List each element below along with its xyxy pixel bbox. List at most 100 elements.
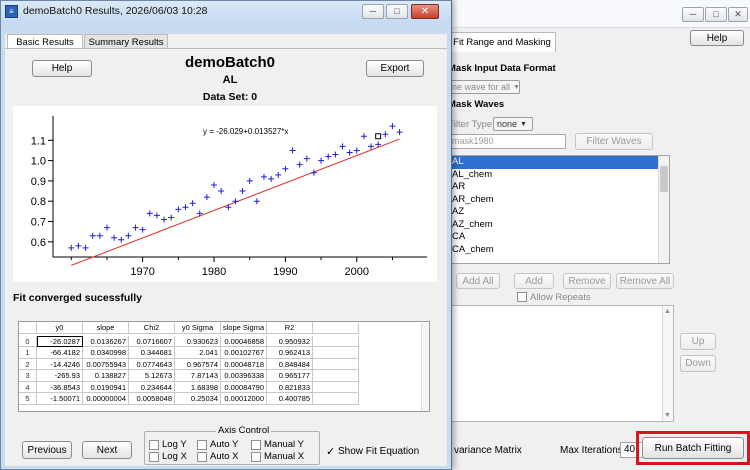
remove-all-button[interactable]: Remove All [616,273,674,289]
data-point [246,177,253,184]
tab-fit-range[interactable]: Fit Range and Masking [448,32,556,52]
down-button[interactable]: Down [680,355,716,372]
table-scrollbar[interactable] [421,323,429,411]
log-y-checkbox[interactable] [149,440,159,450]
data-point [146,210,153,217]
maximize-icon: □ [713,9,719,19]
show-fit-equation-label: Show Fit Equation [338,446,420,457]
tab-summary-results[interactable]: Summary Results [84,34,168,49]
data-point [111,234,118,241]
scroll-down-icon[interactable]: ▼ [664,412,671,419]
data-point [68,244,75,251]
table-blank-cell [313,393,359,405]
results-table[interactable]: y0 slope Chi2 y0 Sigma slope Sigma R2 0 -26.028… [18,321,430,412]
table-header-cell: slope Sigma [221,322,267,334]
show-fit-checkmark-icon[interactable]: ✓ [326,445,335,458]
auto-y-checkbox[interactable] [197,440,207,450]
add-button[interactable]: Add [514,273,554,289]
table-cell: 0.0058048 [129,393,175,405]
table-row[interactable]: 5 -1.50071 0.00000004 0.0058048 0.25034 0.000… [19,393,429,405]
table-header-cell: y0 Sigma [175,322,221,334]
close-button[interactable]: ✕ [411,4,439,19]
data-point [89,232,96,239]
auto-y-label: Auto Y [210,439,239,450]
tab-basic-results[interactable]: Basic Results [7,34,83,49]
table-cell: 0.344681 [129,347,175,359]
data-point [175,206,182,213]
wave-format-popup[interactable]: ne wave for all ▼ [448,80,520,94]
list-item[interactable]: AL [449,156,669,169]
wave-list-scrollbar[interactable] [658,156,669,263]
data-point [168,214,175,221]
close-icon: ✕ [420,6,430,17]
data-point [211,181,218,188]
table-blank-cell [313,381,359,393]
cursor-marker [375,133,382,140]
table-row[interactable]: 3 -265.93 0.138827 5.12673 7.87143 0.00396338… [19,370,429,382]
list-item[interactable]: AR_chem [449,194,669,207]
help-button[interactable]: Help [32,60,92,77]
data-point [332,151,339,158]
remove-button[interactable]: Remove [563,273,611,289]
plot-axes: 0.6 0.7 0.8 0.9 1.0 1.1 1970 1980 1990 2000 [31,116,427,278]
add-all-button[interactable]: Add All [456,273,500,289]
allow-repeats-checkbox[interactable] [517,292,527,302]
minimize-icon: ─ [369,6,377,16]
table-cell: 0.00102767 [221,347,267,359]
list-item[interactable]: CA_chem [449,244,669,257]
list-item[interactable]: AR [449,181,669,194]
table-cell: 0.0136267 [83,335,129,347]
table-blank-cell [313,370,359,382]
list-item[interactable]: AZ [449,206,669,219]
table-cell: -26.0287 [37,335,83,347]
list-item[interactable]: AL_chem [449,169,669,182]
x-tick-label: 2000 [345,266,369,278]
table-row[interactable]: 2 -14.4246 0.00755943 0.0774643 0.967574 0.00… [19,358,429,370]
table-cell: -14.4246 [37,358,83,370]
manual-x-checkbox[interactable] [251,452,261,462]
up-button[interactable]: Up [680,333,716,350]
filter-type-popup[interactable]: none ▼ [493,117,533,131]
max-iterations-stepper[interactable] [627,442,635,458]
selected-waves-scrollbar[interactable]: ▲ ▼ [662,306,673,421]
table-row[interactable]: 4 -36.8543 0.0190941 0.234644 1.68398 0.00084… [19,381,429,393]
manual-y-checkbox[interactable] [251,440,261,450]
bg-close-button[interactable]: ✕ [728,7,748,22]
scroll-up-icon[interactable]: ▲ [664,308,671,315]
table-cell: 0.234644 [129,381,175,393]
log-x-label: Log X [162,451,187,462]
table-cell: 7.87143 [175,370,221,382]
filter-waves-button[interactable]: Filter Waves [575,133,653,150]
filter-type-label: Filter Type [448,119,493,130]
next-button[interactable]: Next [82,441,132,459]
dataset-label: Data Set: 0 [202,91,258,103]
table-row-index: 4 [19,381,37,393]
wave-list[interactable]: AL AL_chem AR AR_chem AZ AZ_chem CA CA_c… [448,155,670,264]
data-point [275,171,282,178]
table-cell: 0.00046858 [221,335,267,347]
minimize-button[interactable]: ─ [362,4,384,19]
table-cell: 0.821833 [267,381,313,393]
auto-x-checkbox[interactable] [197,452,207,462]
list-item[interactable]: AZ_chem [449,219,669,232]
previous-button[interactable]: Previous [22,441,72,459]
list-item[interactable]: CA [449,231,669,244]
table-row-index: 5 [19,393,37,405]
data-point [346,149,353,156]
export-button[interactable]: Export [366,60,424,77]
covariance-matrix-label: variance Matrix [454,445,522,456]
scrollbar-thumb[interactable] [660,166,668,192]
bg-maximize-button[interactable]: □ [705,7,727,22]
data-point [360,133,367,140]
bg-minimize-button[interactable]: ─ [682,7,704,22]
batch-name: demoBatch0 [184,54,276,71]
window-title: demoBatch0 Results, 2026/06/03 10:28 [23,5,208,17]
table-cell: 0.400785 [267,393,313,405]
bg-help-button[interactable]: Help [690,30,744,46]
filter-input[interactable]: mask1980 [448,134,566,149]
table-row[interactable]: 1 -66.4182 0.0340998 0.344681 2.041 0.0010276… [19,347,429,359]
maximize-button[interactable]: □ [386,4,408,19]
table-row[interactable]: 0 -26.0287 0.0136267 0.0716607 0.930623 0.000… [19,335,429,347]
selected-waves-list[interactable]: ▲ ▼ [448,305,674,422]
log-x-checkbox[interactable] [149,452,159,462]
